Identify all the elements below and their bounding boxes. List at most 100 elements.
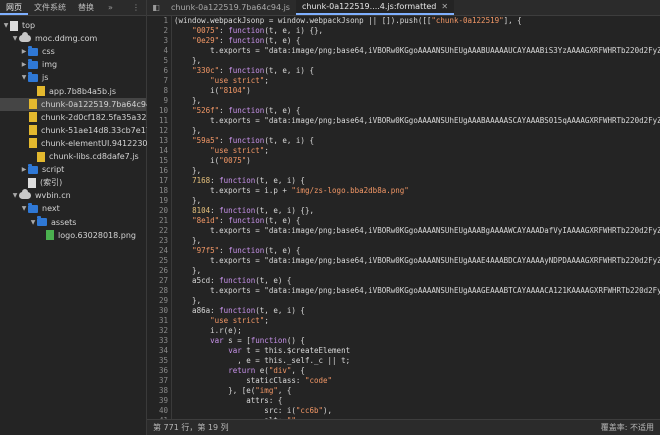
close-icon[interactable]: ✕ [441,0,448,14]
tab-overrides[interactable]: 替换 [72,0,100,15]
line-number[interactable]: 29 [147,296,171,306]
line-number[interactable]: 1 [147,16,171,26]
editor-tab-formatted[interactable]: chunk-0a122519....4.js:formatted ✕ [295,0,455,15]
code-line[interactable]: }, [174,126,660,136]
expanded-arrow-icon[interactable]: ▼ [20,74,28,81]
tree-item[interactable]: ▼ next [0,202,146,215]
tab-filesystem[interactable]: 文件系统 [28,0,72,15]
line-number[interactable]: 9 [147,96,171,106]
code-line[interactable]: staticClass: "code" [174,376,660,386]
line-number[interactable]: 39 [147,396,171,406]
line-number[interactable]: 31 [147,316,171,326]
line-number[interactable]: 5 [147,56,171,66]
line-number[interactable]: 23 [147,236,171,246]
expanded-arrow-icon[interactable]: ▼ [11,192,19,199]
line-number[interactable]: 4 [147,46,171,56]
code-line[interactable]: var s = [function() { [174,336,660,346]
code-line[interactable]: }, [174,296,660,306]
code-line[interactable]: }, [174,236,660,246]
code-line[interactable]: }, [174,166,660,176]
tree-item[interactable]: app.7b8b4a5b.js [0,85,146,98]
code-line[interactable]: }, [174,196,660,206]
expanded-arrow-icon[interactable]: ▼ [29,219,37,226]
tree-item[interactable]: (索引) [0,176,146,189]
more-tabs-icon[interactable]: » [102,0,119,15]
line-number[interactable]: 18 [147,186,171,196]
line-number[interactable]: 11 [147,116,171,126]
line-number[interactable]: 2 [147,26,171,36]
code-line[interactable]: a86a: function(t, e, i) { [174,306,660,316]
navigator-menu-icon[interactable]: ⋮ [126,0,146,15]
line-number[interactable]: 33 [147,336,171,346]
tree-item[interactable]: chunk-elementUI.94122309.js [0,137,162,150]
line-number[interactable]: 24 [147,246,171,256]
code-line[interactable]: t.exports = "data:image/png;base64,iVBOR… [174,46,660,56]
collapsed-arrow-icon[interactable]: ▶ [20,166,28,173]
code-line[interactable]: "330c": function(t, e, i) { [174,66,660,76]
line-number[interactable]: 17 [147,176,171,186]
code-line[interactable]: t.exports = i.p + "img/zs-logo.bba2db8a.… [174,186,660,196]
tree-item[interactable]: chunk-51ae14d8.33cb7e17.js [0,124,160,137]
tree-item[interactable]: ▼ assets [0,216,146,229]
line-number[interactable]: 32 [147,326,171,336]
line-number[interactable]: 27 [147,276,171,286]
code-line[interactable]: (window.webpackJsonp = window.webpackJso… [174,16,660,26]
code-line[interactable]: }, [e("img", { [174,386,660,396]
line-number[interactable]: 26 [147,266,171,276]
code-line[interactable]: "59a5": function(t, e, i) { [174,136,660,146]
line-number[interactable]: 35 [147,356,171,366]
code-line[interactable]: "8e1d": function(t, e) { [174,216,660,226]
tree-item[interactable]: chunk-2d0cf182.5fa35a32.js [0,111,155,124]
expanded-arrow-icon[interactable]: ▼ [20,205,28,212]
code-line[interactable]: }, [174,56,660,66]
code-line[interactable]: }, [174,96,660,106]
code-line[interactable]: "97f5": function(t, e) { [174,246,660,256]
expanded-arrow-icon[interactable]: ▼ [2,22,10,29]
tree-item[interactable]: chunk-0a122519.7ba64c94.js [0,97,160,111]
code-line[interactable]: t.exports = "data:image/png;base64,iVBOR… [174,286,660,296]
line-number[interactable]: 30 [147,306,171,316]
code-line[interactable]: "use strict"; [174,146,660,156]
code-line[interactable]: i.r(e); [174,326,660,336]
code-editor[interactable]: 1 2 3 4 5 6 7 8 9 10 11 12 13 14 15 16 17 18 19 20 21 22 23 24 2… [147,16,660,419]
code-line[interactable]: "use strict"; [174,76,660,86]
code-line[interactable]: attrs: { [174,396,660,406]
code-line[interactable]: i("0075") [174,156,660,166]
code-line[interactable]: }, [174,266,660,276]
line-number[interactable]: 19 [147,196,171,206]
line-number[interactable]: 12 [147,126,171,136]
code-line[interactable]: 7168: function(t, e, i) { [174,176,660,186]
line-number[interactable]: 34 [147,346,171,356]
tree-item[interactable]: ▼ moc.ddmg.com [0,32,146,45]
code-line[interactable]: t.exports = "data:image/png;base64,iVBOR… [174,226,660,236]
line-number[interactable]: 40 [147,406,171,416]
code-line[interactable]: 8104: function(t, e, i) {}, [174,206,660,216]
code-line[interactable]: , e = this._self._c || t; [174,356,660,366]
toggle-navigator-icon[interactable]: ◧ [147,3,165,12]
code-line[interactable]: return e("div", { [174,366,660,376]
tree-item[interactable]: ▼ js [0,71,146,84]
code-line[interactable]: "0e29": function(t, e) { [174,36,660,46]
line-number[interactable]: 20 [147,206,171,216]
line-number[interactable]: 8 [147,86,171,96]
line-number[interactable]: 3 [147,36,171,46]
code-line[interactable]: "0075": function(t, e, i) {}, [174,26,660,36]
line-number[interactable]: 22 [147,226,171,236]
code-line[interactable]: t.exports = "data:image/png;base64,iVBOR… [174,116,660,126]
code-line[interactable]: a5cd: function(t, e) { [174,276,660,286]
line-number[interactable]: 37 [147,376,171,386]
tree-item[interactable]: ▶ img [0,58,146,71]
editor-tab-source[interactable]: chunk-0a122519.7ba64c94.js [165,0,296,15]
line-number[interactable]: 14 [147,146,171,156]
line-number[interactable]: 38 [147,386,171,396]
tree-item[interactable]: ▶ css [0,45,146,58]
line-number[interactable]: 7 [147,76,171,86]
line-number[interactable]: 25 [147,256,171,266]
expanded-arrow-icon[interactable]: ▼ [11,35,19,42]
collapsed-arrow-icon[interactable]: ▶ [20,48,28,55]
line-number[interactable]: 28 [147,286,171,296]
code-line[interactable]: t.exports = "data:image/png;base64,iVBOR… [174,256,660,266]
code-line[interactable]: "use strict"; [174,316,660,326]
tree-item[interactable]: ▶ script [0,163,146,176]
line-number[interactable]: 15 [147,156,171,166]
